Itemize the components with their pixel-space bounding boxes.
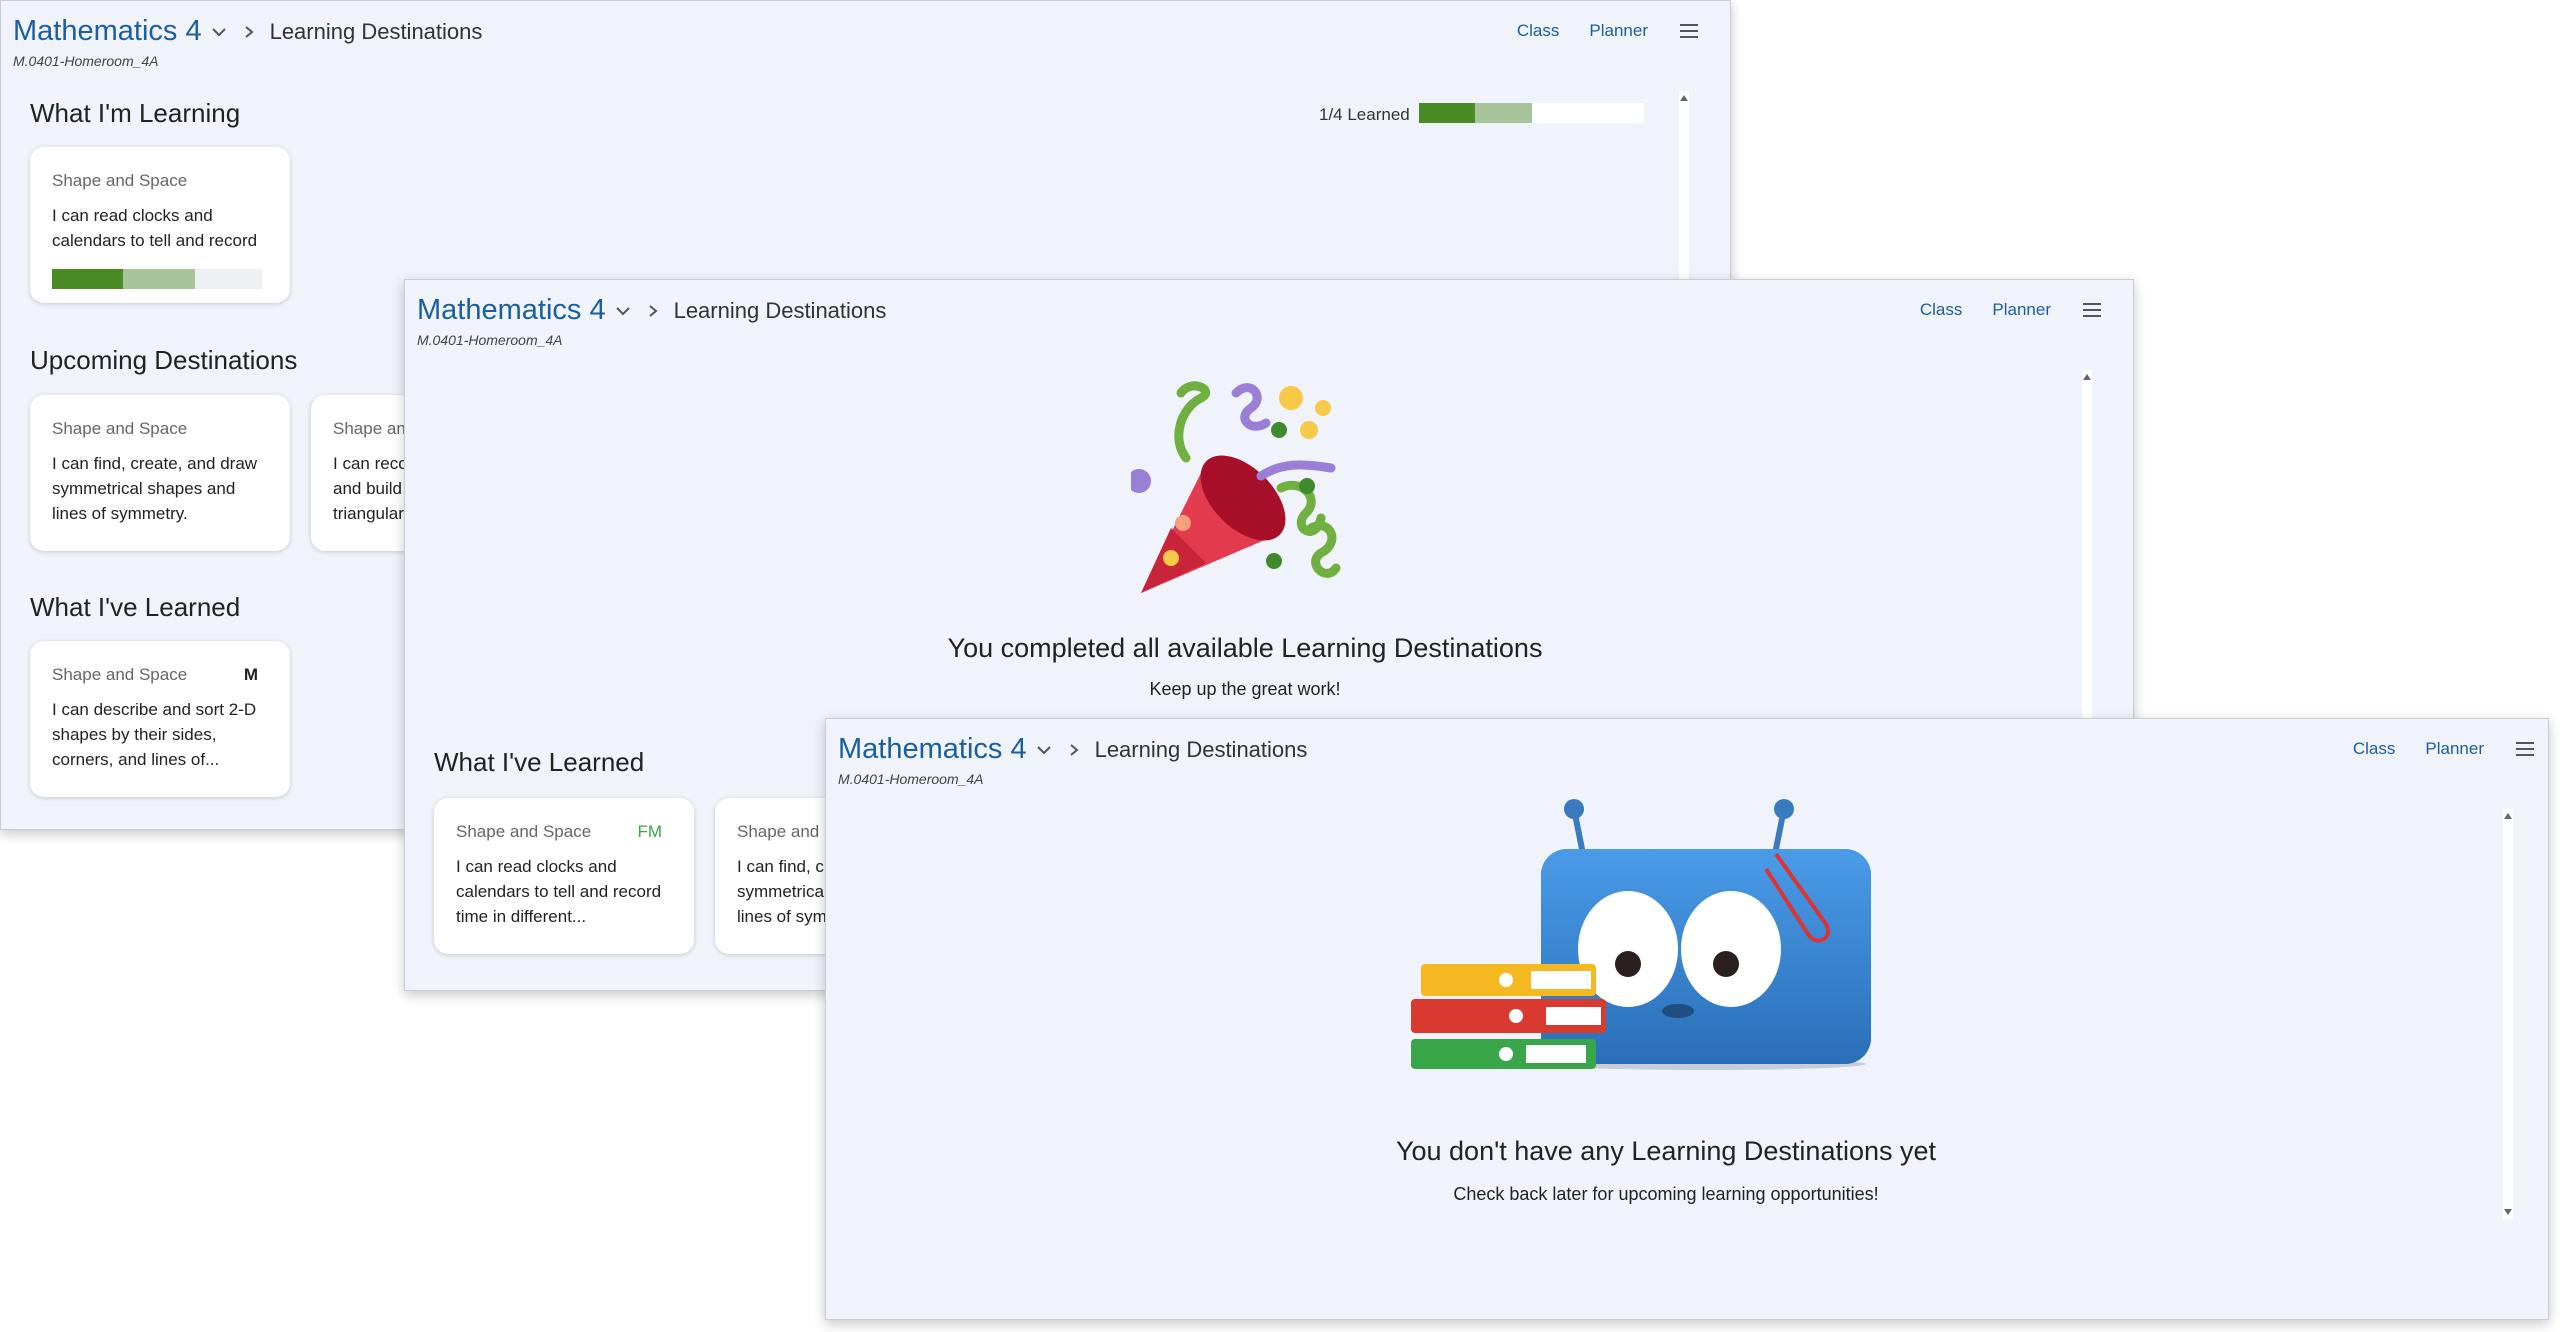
card-text: I can read clocks and calendars to tell … (52, 206, 258, 250)
what-ive-learned-title: What I've Learned (434, 747, 645, 777)
menu-icon[interactable] (1678, 22, 1700, 40)
what-im-learning-title: What I'm Learning (30, 98, 241, 128)
subject-selector[interactable]: Mathematics 4 Learning Destinations (13, 15, 482, 48)
empty-state-message: You don't have any Learning Destinations… (1395, 1136, 1937, 1166)
learned-card[interactable]: Shape and Space FM I can read clocks and… (434, 798, 694, 954)
card-text: I can find, create, and draw symmetrical… (52, 454, 258, 523)
card-progress-bar (52, 269, 262, 289)
class-link[interactable]: Class (1920, 300, 1963, 320)
learning-destinations-window-3: Mathematics 4 Learning Destinations M.04… (825, 718, 2549, 1320)
top-nav: Class Planner (1517, 21, 1700, 41)
completed-message: You completed all available Learning Des… (947, 633, 1543, 663)
planner-link[interactable]: Planner (2425, 739, 2484, 759)
scroll-up-arrow[interactable] (2504, 813, 2512, 819)
class-link[interactable]: Class (2353, 739, 2396, 759)
class-link[interactable]: Class (1517, 21, 1560, 41)
progress-bar (1419, 103, 1644, 123)
subject-title: Mathematics 4 (417, 294, 606, 326)
upcoming-card[interactable]: Shape and Space I can find, create, and … (30, 395, 290, 551)
chevron-right-icon (648, 304, 658, 317)
planner-link[interactable]: Planner (1589, 21, 1648, 41)
chevron-right-icon (244, 25, 254, 38)
card-text: I can describe and sort 2-D shapes by th… (52, 700, 257, 769)
menu-icon[interactable] (2081, 301, 2103, 319)
card-text: I can read clocks and calendars to tell … (456, 857, 662, 926)
breadcrumb: Learning Destinations (673, 297, 887, 323)
card-category: Shape and Space (52, 171, 188, 190)
homeroom-label: M.0401-Homeroom_4A (838, 771, 984, 787)
empty-state-submessage: Check back later for upcoming learning o… (1453, 1184, 1879, 1204)
progress-learned-segment (1419, 103, 1476, 123)
mastery-badge: M (243, 665, 258, 684)
progress-label: 1/4 Learned (1319, 105, 1410, 124)
card-category: Shape and Space (456, 822, 592, 841)
robot-mascot-with-binders-icon (1411, 799, 1871, 1070)
chevron-right-icon (1069, 743, 1079, 756)
chevron-down-icon (615, 306, 630, 315)
learned-card[interactable]: Shape and Space M I can describe and sor… (30, 641, 290, 797)
header: Mathematics 4 Learning Destinations M.04… (13, 11, 1730, 71)
upcoming-destinations-title: Upcoming Destinations (30, 345, 298, 375)
chevron-down-icon (1036, 745, 1051, 754)
menu-icon[interactable] (2514, 740, 2536, 758)
breadcrumb: Learning Destinations (269, 18, 483, 44)
card-progress-in-progress (123, 269, 195, 289)
overall-progress: 1/4 Learned (1301, 101, 1646, 127)
learning-card[interactable]: Shape and Space I can read clocks and ca… (30, 147, 290, 303)
scroll-up-arrow[interactable] (1680, 95, 1688, 101)
scroll-down-arrow[interactable] (2504, 1209, 2512, 1215)
planner-link[interactable]: Planner (1992, 300, 2051, 320)
chevron-down-icon (211, 27, 226, 36)
party-popper-icon (1131, 381, 1341, 593)
homeroom-label: M.0401-Homeroom_4A (13, 53, 159, 69)
what-ive-learned-title: What I've Learned (30, 592, 241, 622)
homeroom-label: M.0401-Homeroom_4A (417, 332, 563, 348)
subject-title: Mathematics 4 (13, 15, 202, 47)
subject-selector[interactable]: Mathematics 4 Learning Destinations (417, 294, 886, 327)
top-nav: Class Planner (1920, 300, 2103, 320)
card-category: Shape and Space (52, 419, 188, 438)
subject-title: Mathematics 4 (838, 733, 1027, 765)
subject-selector[interactable]: Mathematics 4 Learning Destinations (838, 733, 1307, 766)
top-nav: Class Planner (2353, 739, 2536, 759)
breadcrumb: Learning Destinations (1094, 736, 1308, 762)
header: Mathematics 4 Learning Destinations M.04… (838, 729, 2548, 789)
header: Mathematics 4 Learning Destinations M.04… (417, 290, 2133, 350)
progress-in-progress-segment (1475, 103, 1532, 123)
scroll-up-arrow[interactable] (2083, 374, 2091, 380)
card-category: Shape and Space (52, 665, 188, 684)
completed-submessage: Keep up the great work! (1149, 679, 1341, 699)
card-progress-learned (52, 269, 124, 289)
mastery-badge: FM (637, 822, 662, 841)
